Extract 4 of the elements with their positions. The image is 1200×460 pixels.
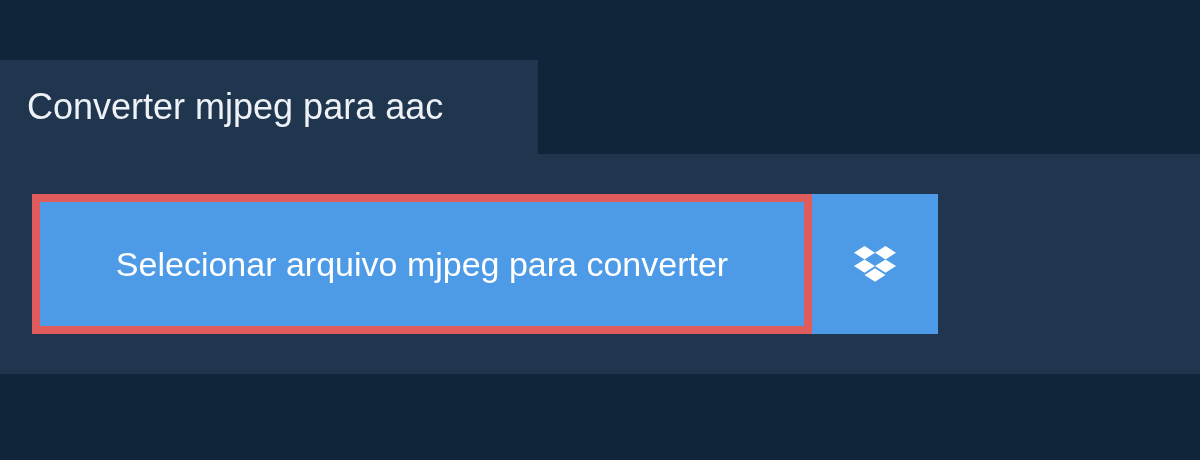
diamonds-icon — [854, 246, 896, 282]
cloud-button[interactable] — [812, 194, 938, 334]
tab-title: Converter mjpeg para aac — [0, 60, 538, 154]
select-file-button[interactable]: Selecionar arquivo mjpeg para converter — [32, 194, 812, 334]
